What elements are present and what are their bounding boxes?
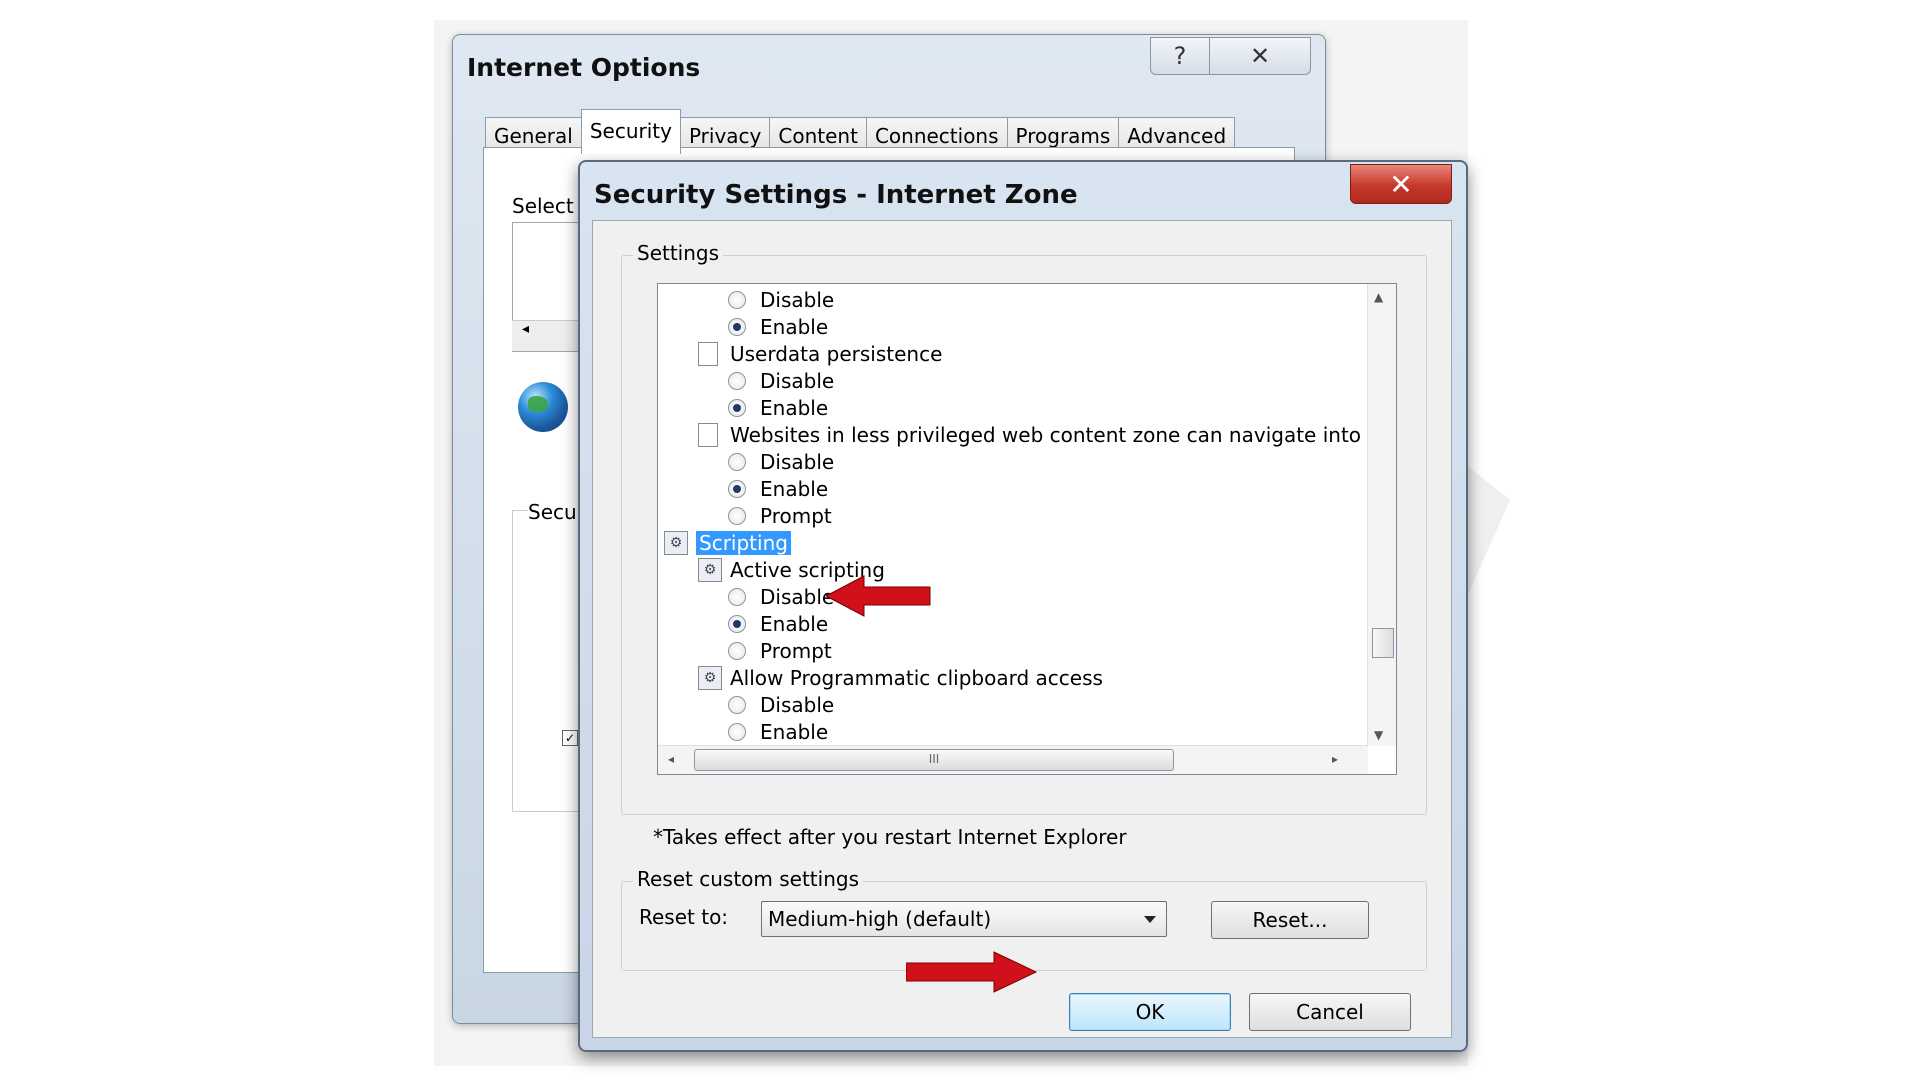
radio-button[interactable] — [728, 587, 746, 606]
subcategory-clipboard: ⚙ Allow Programmatic clipboard access — [698, 664, 1103, 691]
close-icon[interactable]: ✕ — [1210, 37, 1311, 75]
tab-security[interactable]: Security — [580, 109, 681, 154]
scroll-thumb[interactable] — [1372, 628, 1394, 658]
radio-label: Enable — [760, 476, 829, 501]
radio-label: Disable — [760, 287, 835, 312]
radio-button[interactable] — [728, 398, 746, 417]
internet-options-title: Internet Options — [467, 53, 701, 82]
scroll-thumb[interactable]: III — [694, 749, 1174, 771]
radio-button[interactable] — [728, 452, 746, 471]
script-settings-icon: ⚙ — [698, 557, 722, 582]
scroll-up-icon[interactable]: ▲ — [1374, 290, 1383, 304]
radio-label: Enable — [760, 314, 829, 339]
radio-option[interactable]: Prompt — [728, 502, 832, 529]
radio-button[interactable] — [728, 695, 746, 714]
radio-button[interactable] — [728, 371, 746, 390]
radio-label: Disable — [760, 449, 835, 474]
radio-button[interactable] — [728, 290, 746, 309]
radio-option[interactable]: Disable — [728, 286, 834, 313]
page-icon — [698, 422, 718, 447]
reset-group-label: Reset custom settings — [633, 867, 863, 891]
ok-button[interactable]: OK — [1069, 993, 1231, 1031]
security-level-group — [512, 510, 585, 812]
radio-option[interactable]: Disable — [728, 583, 834, 610]
radio-option[interactable]: Enable — [728, 313, 828, 340]
pointer-arrow-icon — [906, 951, 1038, 993]
scroll-left-icon[interactable]: ◂ — [668, 752, 674, 766]
security-settings-dialog: Security Settings - Internet Zone ✕ Sett… — [578, 160, 1468, 1052]
reset-button[interactable]: Reset... — [1211, 901, 1369, 939]
setting-item: Websites in less privileged web content … — [698, 421, 1361, 448]
radio-option[interactable]: Enable — [728, 610, 828, 637]
scroll-left-icon[interactable]: ◂ — [522, 321, 529, 337]
settings-tree[interactable]: Disable Enable Userdata persistence Disa… — [657, 283, 1397, 775]
radio-label: Enable — [760, 395, 829, 420]
radio-label: Enable — [760, 719, 829, 744]
security-level-label: Secu — [528, 500, 581, 524]
close-button[interactable]: ✕ — [1350, 164, 1452, 204]
setting-label: Userdata persistence — [730, 341, 943, 366]
radio-button[interactable] — [728, 722, 746, 741]
script-settings-icon: ⚙ — [698, 665, 722, 690]
radio-label: Prompt — [760, 638, 832, 663]
cancel-button[interactable]: Cancel — [1249, 993, 1411, 1031]
radio-option[interactable]: Disable — [728, 448, 834, 475]
radio-button[interactable] — [728, 614, 746, 633]
reset-level-select[interactable]: Medium-high (default) — [761, 901, 1167, 937]
radio-button[interactable] — [728, 641, 746, 660]
reset-level-value: Medium-high (default) — [768, 907, 992, 931]
radio-button[interactable] — [728, 479, 746, 498]
radio-label: Disable — [760, 584, 835, 609]
protected-mode-checkbox[interactable]: ✓ — [562, 730, 578, 746]
subcategory-label: Allow Programmatic clipboard access — [730, 665, 1103, 690]
page-icon — [698, 341, 718, 366]
pointer-arrow-icon — [826, 575, 931, 617]
radio-button[interactable] — [728, 506, 746, 525]
radio-label: Disable — [760, 692, 835, 717]
radio-option[interactable]: Enable — [728, 475, 828, 502]
zone-list-scrollbar[interactable]: ◂ — [512, 320, 582, 351]
radio-option[interactable]: Disable — [728, 367, 834, 394]
category-scripting[interactable]: ⚙ Scripting — [664, 529, 791, 556]
scroll-right-icon[interactable]: ▸ — [1332, 752, 1338, 766]
select-zone-label: Select — [512, 194, 574, 218]
setting-label: Websites in less privileged web content … — [730, 422, 1362, 447]
radio-label: Prompt — [760, 503, 832, 528]
dialog-body: Settings Disable Enable Userdata persist… — [592, 220, 1452, 1038]
radio-button[interactable] — [728, 317, 746, 336]
help-icon[interactable]: ? — [1150, 37, 1210, 75]
window-controls: ? ✕ — [1150, 37, 1311, 75]
internet-globe-icon — [518, 382, 568, 432]
chevron-down-icon — [1144, 916, 1156, 923]
category-label: Scripting — [696, 530, 791, 555]
restart-note: *Takes effect after you restart Internet… — [653, 825, 1127, 849]
radio-option[interactable]: Disable — [728, 691, 834, 718]
scroll-down-icon[interactable]: ▼ — [1374, 728, 1383, 742]
radio-label: Enable — [760, 611, 829, 636]
horizontal-scrollbar[interactable]: ◂ III ▸ — [658, 745, 1368, 774]
reset-to-label: Reset to: — [639, 905, 729, 929]
radio-option[interactable]: Prompt — [728, 637, 832, 664]
radio-option[interactable]: Enable — [728, 718, 828, 745]
radio-option[interactable]: Enable — [728, 394, 828, 421]
radio-label: Disable — [760, 368, 835, 393]
script-settings-icon: ⚙ — [664, 530, 688, 555]
settings-label: Settings — [633, 241, 724, 265]
vertical-scrollbar[interactable]: ▲ ▼ — [1367, 284, 1396, 746]
setting-item: Userdata persistence — [698, 340, 942, 367]
security-settings-title: Security Settings - Internet Zone — [594, 180, 1078, 210]
